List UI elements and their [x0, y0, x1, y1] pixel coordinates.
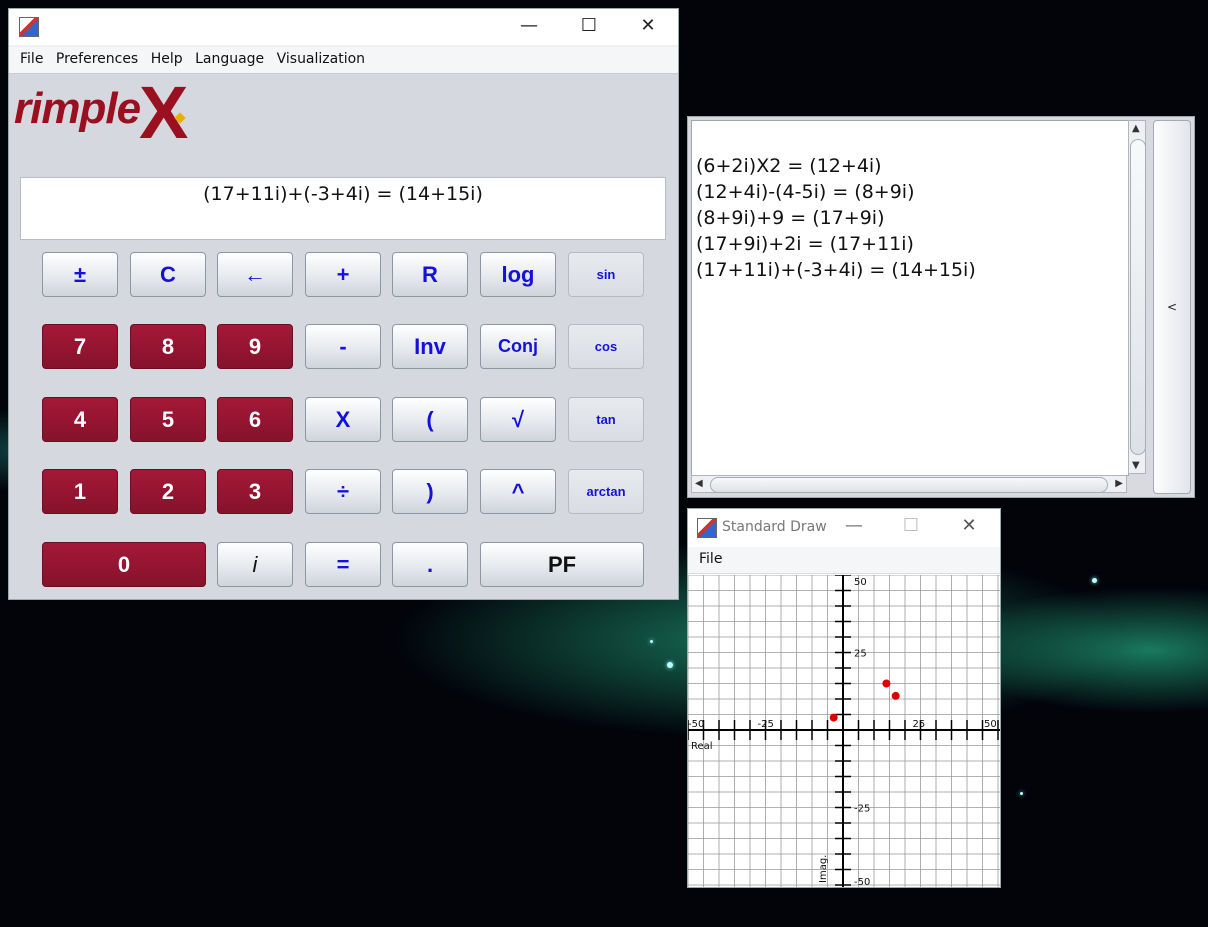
pf-button[interactable]: PF: [480, 542, 644, 587]
digit-9-button[interactable]: 9: [217, 324, 293, 369]
x-tick-label: 50: [984, 719, 997, 730]
digit-5-button[interactable]: 5: [130, 397, 206, 442]
scroll-down-arrow-icon[interactable]: ▼: [1132, 460, 1140, 471]
digit-8-button[interactable]: 8: [130, 324, 206, 369]
standard-draw-titlebar[interactable]: Standard Draw — ☐ ✕: [688, 509, 1000, 545]
cos-button[interactable]: cos: [568, 324, 644, 369]
complex-plane-svg: -50 -25 25 50 50 25 -25 -50 Real Imag.: [688, 575, 1000, 887]
multiply-button[interactable]: X: [305, 397, 381, 442]
maximize-button[interactable]: ☐: [882, 509, 940, 545]
tan-button[interactable]: tan: [568, 397, 644, 442]
calculator-menubar: File Preferences Help Language Visualiza…: [9, 47, 678, 74]
menu-help[interactable]: Help: [147, 47, 187, 67]
standard-draw-window: Standard Draw — ☐ ✕ File -50 -25 25 50 50 25-…: [687, 508, 1001, 888]
y-tick-label: -50: [854, 877, 870, 887]
maximize-button[interactable]: ☐: [560, 9, 618, 45]
inverse-button[interactable]: Inv: [392, 324, 468, 369]
digit-1-button[interactable]: 1: [42, 469, 118, 514]
history-line: (6+2i)X2 = (12+4i): [696, 155, 882, 177]
data-point: [891, 691, 900, 700]
history-line: (8+9i)+9 = (17+9i): [696, 207, 885, 229]
vertical-scroll-thumb[interactable]: [1130, 139, 1146, 455]
y-axis-label: Imag.: [818, 855, 829, 883]
menu-file[interactable]: File: [16, 47, 47, 67]
background-star: [1020, 792, 1023, 795]
calculator-body: rimple X (17+11i)+(-3+4i) = (14+15i) ± C…: [9, 74, 678, 599]
subtract-button[interactable]: -: [305, 324, 381, 369]
draw-menubar: File: [688, 547, 1000, 574]
equals-button[interactable]: =: [305, 542, 381, 587]
digit-2-button[interactable]: 2: [130, 469, 206, 514]
arctan-button[interactable]: arctan: [568, 469, 644, 514]
digit-3-button[interactable]: 3: [217, 469, 293, 514]
scroll-left-arrow-icon[interactable]: ◀: [695, 478, 703, 489]
plus-minus-button[interactable]: ±: [42, 252, 118, 297]
close-paren-button[interactable]: ): [392, 469, 468, 514]
divide-button[interactable]: ÷: [305, 469, 381, 514]
history-horizontal-scrollbar[interactable]: ◀ ▶: [691, 475, 1127, 493]
digit-4-button[interactable]: 4: [42, 397, 118, 442]
background-star: [667, 662, 673, 668]
close-button[interactable]: ✕: [619, 9, 677, 45]
calculator-display: (17+11i)+(-3+4i) = (14+15i): [20, 177, 666, 240]
java-app-icon: [697, 518, 717, 538]
reset-button[interactable]: R: [392, 252, 468, 297]
history-line: (17+11i)+(-3+4i) = (14+15i): [696, 259, 976, 281]
x-tick-label: -50: [688, 719, 704, 730]
log-button[interactable]: log: [480, 252, 556, 297]
menu-language[interactable]: Language: [191, 47, 268, 67]
add-button[interactable]: +: [305, 252, 381, 297]
calculator-titlebar[interactable]: — ☐ ✕: [9, 9, 678, 45]
menu-visualization[interactable]: Visualization: [273, 47, 369, 67]
history-vertical-scrollbar[interactable]: ▲ ▼: [1128, 120, 1146, 474]
backspace-button[interactable]: ←: [217, 252, 293, 297]
calculator-window: — ☐ ✕ File Preferences Help Language Vis…: [8, 8, 679, 600]
collapse-history-button[interactable]: <: [1153, 120, 1191, 494]
digit-6-button[interactable]: 6: [217, 397, 293, 442]
minimize-button[interactable]: —: [825, 509, 883, 545]
menu-preferences[interactable]: Preferences: [52, 47, 142, 67]
power-button[interactable]: ^: [480, 469, 556, 514]
digit-7-button[interactable]: 7: [42, 324, 118, 369]
x-tick-label: -25: [758, 719, 774, 730]
menu-file[interactable]: File: [695, 547, 726, 567]
logo-text: rimple: [14, 84, 141, 133]
complex-plane-plot: -50 -25 25 50 50 25 -25 -50 Real Imag.: [688, 575, 1000, 887]
horizontal-scroll-thumb[interactable]: [710, 477, 1108, 493]
data-point: [829, 713, 838, 722]
imaginary-unit-button[interactable]: i: [217, 542, 293, 587]
data-point: [882, 679, 891, 688]
java-app-icon: [19, 17, 39, 37]
x-tick-label: 25: [913, 719, 926, 730]
minimize-button[interactable]: —: [500, 9, 558, 45]
scroll-up-arrow-icon[interactable]: ▲: [1132, 123, 1140, 134]
y-tick-label: -25: [854, 804, 870, 815]
y-tick-label: 50: [854, 577, 867, 588]
open-paren-button[interactable]: (: [392, 397, 468, 442]
window-title: Standard Draw: [722, 519, 827, 535]
conjugate-button[interactable]: Conj: [480, 324, 556, 369]
y-tick-label: 25: [854, 649, 867, 660]
history-panel: (6+2i)X2 = (12+4i) (12+4i)-(4-5i) = (8+9…: [687, 116, 1195, 498]
history-line: (17+9i)+2i = (17+11i): [696, 233, 914, 255]
x-axis-label: Real: [691, 741, 713, 752]
digit-0-button[interactable]: 0: [42, 542, 206, 587]
clear-button[interactable]: C: [130, 252, 206, 297]
sqrt-button[interactable]: √: [480, 397, 556, 442]
background-star: [1092, 578, 1097, 583]
history-textarea[interactable]: (6+2i)X2 = (12+4i) (12+4i)-(4-5i) = (8+9…: [691, 120, 1129, 476]
history-line: (12+4i)-(4-5i) = (8+9i): [696, 181, 915, 203]
sin-button[interactable]: sin: [568, 252, 644, 297]
background-star: [650, 640, 653, 643]
close-button[interactable]: ✕: [940, 509, 998, 545]
decimal-button[interactable]: .: [392, 542, 468, 587]
scroll-right-arrow-icon[interactable]: ▶: [1115, 478, 1123, 489]
